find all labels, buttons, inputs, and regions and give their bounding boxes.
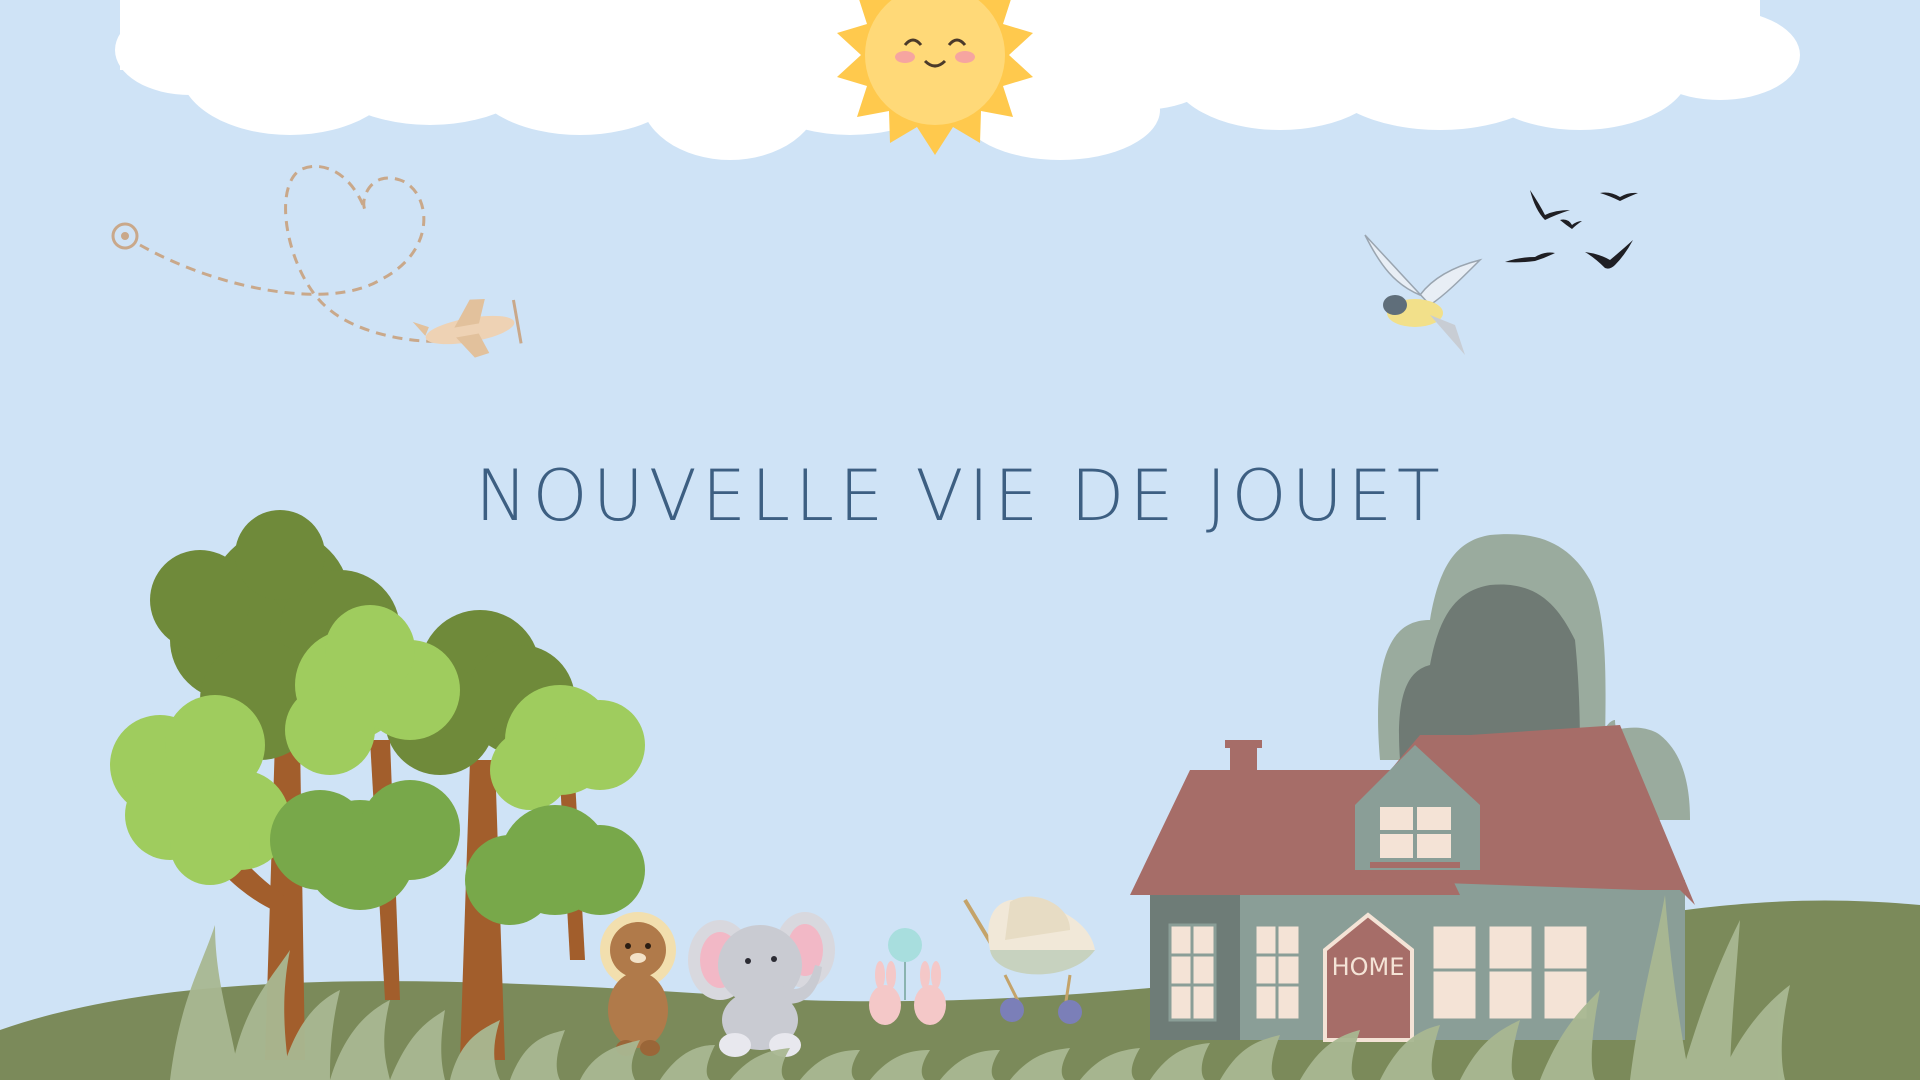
house-icon [1130,725,1695,1042]
scene-illustration: HOME [0,0,1920,1080]
page-title: NOUVELLE VIE DE JOUET [475,455,1445,537]
house-sign-label: HOME [1332,953,1405,981]
